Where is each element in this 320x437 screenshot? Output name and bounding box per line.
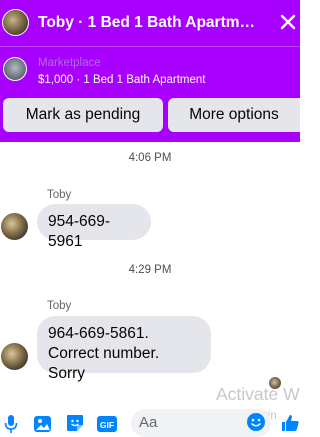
seller-avatar[interactable] [2,9,29,36]
message-bubble[interactable]: 954-669-5961 [37,204,151,250]
sender-name: Toby [47,300,72,312]
chat-title[interactable]: Toby · 1 Bed 1 Bath Apartm… [38,13,270,33]
message-bubble[interactable]: 964-669-5861. Correct number. Sorry [37,316,211,382]
listing-summary[interactable]: $1,000 · 1 Bed 1 Bath Apartment [38,73,206,88]
gif-icon[interactable]: GIF [96,414,118,434]
emoji-icon[interactable] [246,412,266,432]
sender-avatar[interactable] [1,343,28,370]
thumbs-up-icon[interactable] [280,413,300,433]
sticker-icon[interactable] [65,413,85,433]
mark-as-pending-button[interactable]: Mark as pending [3,98,163,132]
more-options-button[interactable]: More options [168,98,300,132]
close-icon[interactable] [277,11,299,33]
listing-thumbnail[interactable] [3,57,27,81]
marketplace-label: Marketplace [38,57,101,69]
windows-activation-watermark: Activate W [216,384,300,404]
header-divider [0,46,300,47]
svg-text:GIF: GIF [100,420,114,430]
chat-header: Toby · 1 Bed 1 Bath Apartm… Marketplace … [0,0,300,142]
message-timestamp: 4:29 PM [128,264,172,276]
microphone-icon[interactable] [3,414,19,434]
sender-avatar[interactable] [1,213,28,240]
image-icon[interactable] [33,414,53,434]
sender-name: Toby [47,189,72,201]
message-timestamp: 4:06 PM [128,152,172,164]
